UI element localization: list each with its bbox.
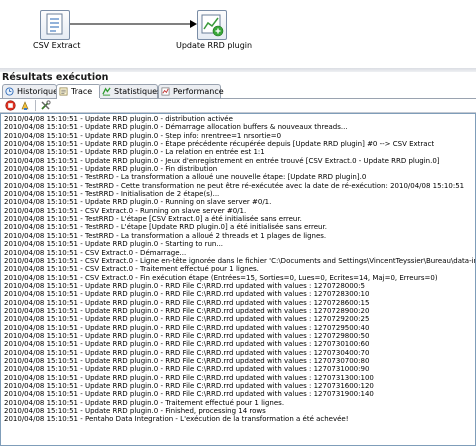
rrd-plugin-step-label: Update RRD plugin (176, 41, 253, 50)
log-line: 2010/04/08 15:10:51 - Update RRD plugin.… (4, 407, 266, 416)
log-line: 2010/04/08 15:10:51 - Update RRD plugin.… (4, 323, 370, 332)
log-line: 2010/04/08 15:10:51 - Update RRD plugin.… (4, 390, 374, 399)
log-line: 2010/04/08 15:10:51 - TestRRD - L'étape … (4, 215, 302, 224)
results-tab-bar: Historique Trace Statistiques Performanc… (0, 83, 476, 99)
clear-log-icon[interactable] (20, 100, 31, 111)
log-line: 2010/04/08 15:10:51 - TestRRD - La trans… (4, 231, 327, 240)
statistics-icon (102, 87, 111, 96)
csv-extract-step-label: CSV Extract (33, 41, 81, 50)
log-line: 2010/04/08 15:10:51 - CSV Extract.0 - Dé… (4, 248, 187, 257)
log-line: 2010/04/08 15:10:51 - CSV Extract.0 - Li… (4, 256, 476, 265)
settings-icon[interactable] (40, 100, 51, 111)
log-line: 2010/04/08 15:10:51 - Update RRD plugin.… (4, 398, 285, 407)
log-line: 2010/04/08 15:10:51 - TestRRD - Cette tr… (4, 181, 465, 190)
trace-log-area[interactable]: 2010/04/08 15:10:51 - Update RRD plugin.… (0, 113, 476, 446)
log-line: 2010/04/08 15:10:51 - Update RRD plugin.… (4, 131, 282, 140)
tab-historique[interactable]: Historique (2, 84, 59, 98)
log-line: 2010/04/08 15:10:51 - Update RRD plugin.… (4, 356, 370, 365)
log-line: 2010/04/08 15:10:51 - Update RRD plugin.… (4, 331, 370, 340)
log-line: 2010/04/08 15:10:51 - Update RRD plugin.… (4, 382, 374, 390)
tab-historique-label: Historique (17, 87, 59, 96)
log-line: 2010/04/08 15:10:51 - TestRRD - La trans… (4, 173, 367, 182)
log-line: 2010/04/08 15:10:51 - CSV Extract.0 - Tr… (4, 265, 259, 274)
log-line: 2010/04/08 15:10:51 - Update RRD plugin.… (4, 148, 265, 157)
log-line: 2010/04/08 15:10:51 - Update RRD plugin.… (4, 123, 348, 132)
log-line: 2010/04/08 15:10:51 - Update RRD plugin.… (4, 306, 370, 315)
log-line: 2010/04/08 15:10:51 - Update RRD plugin.… (4, 240, 224, 249)
tab-performance[interactable]: Performance (158, 84, 224, 98)
stop-icon[interactable] (5, 100, 16, 111)
log-line: 2010/04/08 15:10:51 - Update RRD plugin.… (4, 140, 435, 149)
log-line: 2010/04/08 15:10:51 - Pentaho Data Integ… (4, 415, 349, 424)
csv-extract-icon[interactable] (40, 10, 70, 40)
log-line: 2010/04/08 15:10:51 - Update RRD plugin.… (4, 290, 370, 299)
log-line: 2010/04/08 15:10:51 - Update RRD plugin.… (4, 298, 370, 307)
tab-statistiques[interactable]: Statistiques (99, 84, 162, 98)
trace-toolbar (0, 99, 476, 113)
log-line: 2010/04/08 15:10:51 - Update RRD plugin.… (4, 115, 233, 123)
toolbar-separator (35, 100, 36, 111)
log-line: 2010/04/08 15:10:51 - Update RRD plugin.… (4, 165, 218, 174)
rrd-plugin-icon[interactable] (197, 10, 227, 40)
history-icon (5, 87, 14, 96)
log-line: 2010/04/08 15:10:51 - Update RRD plugin.… (4, 373, 374, 382)
trace-icon (59, 87, 68, 96)
tab-performance-label: Performance (173, 87, 224, 96)
log-line: 2010/04/08 15:10:51 - TestRRD - L'étape … (4, 223, 327, 232)
tab-trace[interactable]: Trace (56, 84, 101, 99)
tab-trace-label: Trace (71, 87, 93, 96)
log-lines: 2010/04/08 15:10:51 - Update RRD plugin.… (4, 115, 475, 424)
log-line: 2010/04/08 15:10:51 - TestRRD - Initiali… (4, 190, 220, 199)
log-line: 2010/04/08 15:10:51 - Update RRD plugin.… (4, 156, 440, 165)
results-panel-title: Résultats exécution (2, 72, 109, 83)
log-line: 2010/04/08 15:10:51 - Update RRD plugin.… (4, 315, 370, 324)
hop-arrow[interactable] (70, 18, 198, 32)
transformation-canvas[interactable]: CSV Extract Update RRD plugin (0, 0, 474, 68)
log-line: 2010/04/08 15:10:51 - Update RRD plugin.… (4, 340, 370, 349)
log-line: 2010/04/08 15:10:51 - Update RRD plugin.… (4, 348, 370, 357)
performance-icon (161, 87, 170, 96)
log-line: 2010/04/08 15:10:51 - CSV Extract.0 - Fi… (4, 273, 438, 282)
log-line: 2010/04/08 15:10:51 - Update RRD plugin.… (4, 198, 272, 207)
log-line: 2010/04/08 15:10:51 - Update RRD plugin.… (4, 365, 370, 374)
log-line: 2010/04/08 15:10:51 - CSV Extract.0 - Ru… (4, 206, 247, 215)
tab-statistiques-label: Statistiques (114, 87, 162, 96)
log-line: 2010/04/08 15:10:51 - Update RRD plugin.… (4, 281, 365, 290)
